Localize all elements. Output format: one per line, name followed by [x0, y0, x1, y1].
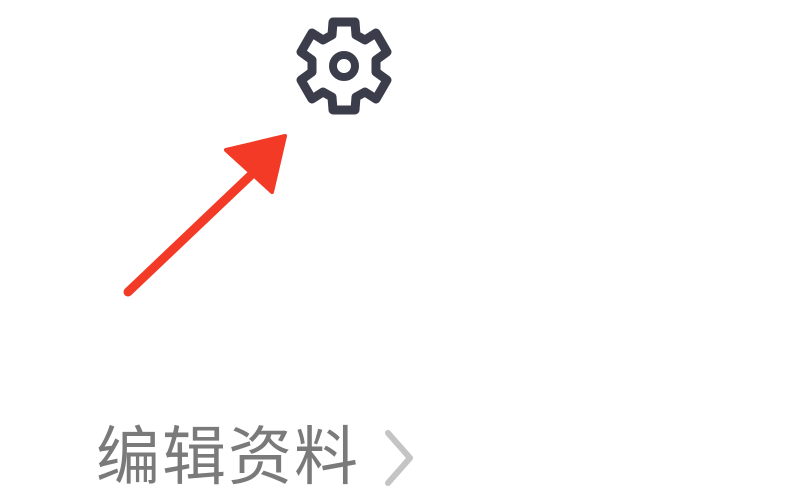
profile-screen: 编辑资料: [0, 0, 792, 497]
edit-profile-label: 编辑资料: [96, 421, 360, 495]
settings-button[interactable]: [288, 10, 400, 122]
chevron-right-icon: [385, 430, 413, 486]
edit-profile-button[interactable]: 编辑资料: [96, 418, 416, 497]
gear-icon: [296, 17, 392, 115]
